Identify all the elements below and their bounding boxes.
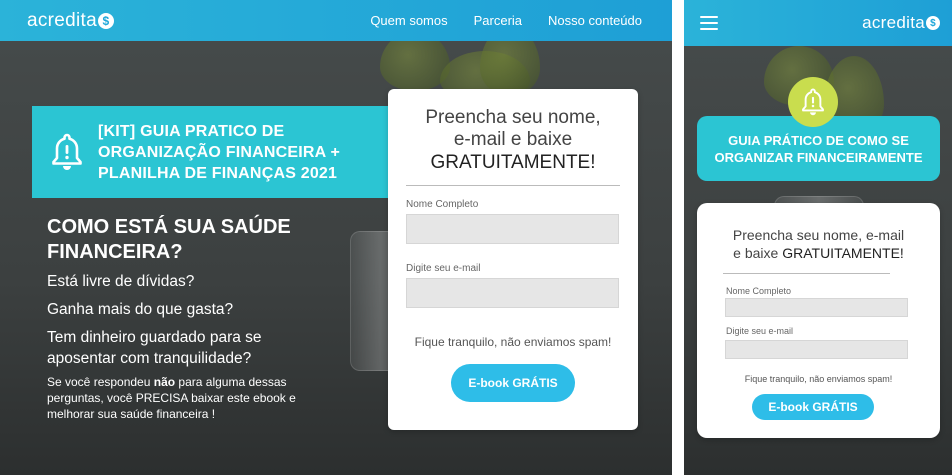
- name-label: Nome Completo: [726, 286, 792, 296]
- nav-nosso-conteudo[interactable]: Nosso conteúdo: [548, 13, 642, 28]
- no-spam-note: Fique tranquilo, não enviamos spam!: [744, 374, 893, 384]
- kit-banner: [KIT] GUIA PRATICO DE ORGANIZAÇÃO FINANC…: [32, 106, 388, 198]
- signup-form-card: Preencha seu nome, e-mail e baixe GRATUI…: [697, 203, 940, 438]
- cta-text-bold: não: [153, 375, 176, 389]
- email-label: Digite seu e-mail: [726, 326, 794, 336]
- banner-line: PLANILHA DE FINANÇAS 2021: [98, 164, 338, 182]
- logo-text: acredita: [27, 9, 97, 31]
- form-title-emphasis: GRATUITAMENTE!: [430, 152, 596, 173]
- top-navbar: acredita $ Quem somos Parceria Nosso cont…: [0, 0, 672, 41]
- form-title-line: Preencha seu nome,: [425, 107, 601, 128]
- signup-form-card: Preencha seu nome, e-mail e baixe GRATUI…: [388, 89, 638, 430]
- nav-quem-somos[interactable]: Quem somos: [370, 13, 447, 28]
- banner-line: [KIT] GUIA PRATICO DE: [98, 122, 285, 140]
- logo-text: acredita: [862, 13, 925, 32]
- hamburger-menu-icon[interactable]: [700, 16, 718, 30]
- email-input[interactable]: [406, 278, 619, 308]
- logo-coin-icon: $: [926, 16, 940, 30]
- divider: [723, 273, 890, 274]
- cta-text-part: Se você respondeu: [47, 375, 154, 389]
- form-title-emphasis: GRATUITAMENTE!: [782, 245, 904, 261]
- name-input[interactable]: [406, 214, 619, 244]
- mobile-navbar: acredita $: [684, 0, 952, 46]
- question-3-line: Tem dinheiro guardado para se: [47, 329, 262, 346]
- call-to-action-text: Se você respondeu não para alguma dessas…: [47, 374, 309, 422]
- headline-line: FINANCEIRA?: [47, 241, 183, 263]
- mobile-view: acredita $ GUIA PRÁTICO DE COMO SE ORGANI…: [684, 0, 952, 475]
- banner-line: GUIA PRÁTICO DE COMO SE: [728, 132, 909, 148]
- desktop-view: acredita $ Quem somos Parceria Nosso cont…: [0, 0, 672, 475]
- form-title: Preencha seu nome, e-mail e baixe GRATUI…: [697, 226, 940, 262]
- no-spam-note: Fique tranquilo, não enviamos spam!: [414, 335, 612, 349]
- divider: [406, 185, 620, 186]
- logo-coin-icon: $: [98, 12, 114, 29]
- logo[interactable]: acredita $: [862, 13, 940, 33]
- headline-line: COMO ESTÁ SUA SAÚDE: [47, 216, 291, 238]
- nav-links: Quem somos Parceria Nosso conteúdo: [370, 0, 642, 41]
- email-input[interactable]: [725, 340, 908, 359]
- banner-line: ORGANIZAÇÃO FINANCEIRA +: [98, 143, 340, 161]
- logo[interactable]: acredita $: [27, 10, 114, 32]
- ebook-button[interactable]: E-book GRÁTIS: [451, 364, 575, 402]
- banner-line: ORGANIZAR FINANCEIRAMENTE: [714, 149, 923, 165]
- bell-icon: [788, 77, 838, 127]
- question-1: Está livre de dívidas?: [47, 273, 195, 290]
- bell-icon: [50, 132, 84, 172]
- question-3: Tem dinheiro guardado para se aposentar …: [47, 327, 337, 369]
- email-label: Digite seu e-mail: [406, 263, 481, 274]
- view-separator: [672, 0, 684, 475]
- form-title-part: e baixe: [733, 245, 783, 261]
- ebook-button[interactable]: E-book GRÁTIS: [752, 394, 874, 420]
- question-2: Ganha mais do que gasta?: [47, 301, 234, 318]
- form-title-line: Preencha seu nome, e-mail: [732, 227, 905, 243]
- name-input[interactable]: [725, 298, 908, 317]
- question-3-line: aposentar com tranquilidade?: [47, 350, 252, 367]
- nav-parceria[interactable]: Parceria: [474, 13, 522, 28]
- headline: COMO ESTÁ SUA SAÚDE FINANCEIRA?: [47, 215, 347, 265]
- form-title: Preencha seu nome, e-mail e baixe: [388, 107, 638, 151]
- form-title-line: e-mail e baixe: [453, 129, 573, 150]
- banner-title: [KIT] GUIA PRATICO DE ORGANIZAÇÃO FINANC…: [98, 121, 340, 184]
- name-label: Nome Completo: [406, 199, 479, 210]
